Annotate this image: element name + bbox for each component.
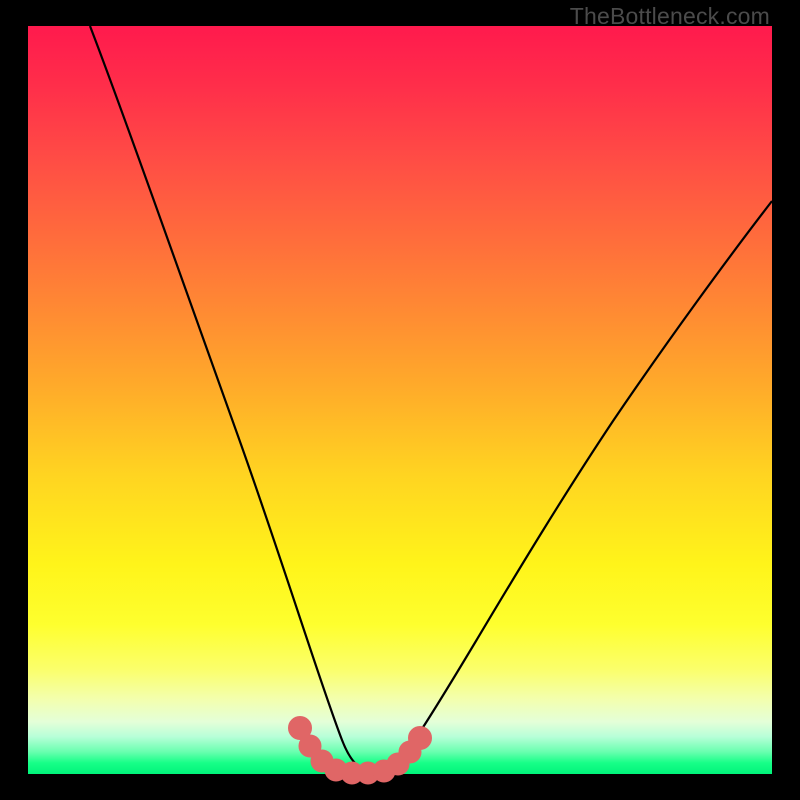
chart-frame [28,26,772,774]
watermark-text: TheBottleneck.com [570,3,770,30]
valley-highlight [293,721,427,780]
bottleneck-curve-path [90,26,772,771]
bottleneck-curve-svg [28,26,772,774]
